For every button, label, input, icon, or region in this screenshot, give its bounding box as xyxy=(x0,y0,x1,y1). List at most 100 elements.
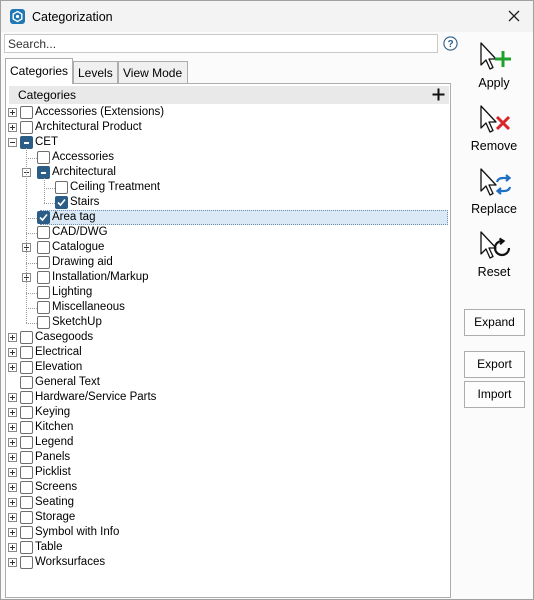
tree-row[interactable]: Panels xyxy=(6,450,446,465)
tree-checkbox[interactable] xyxy=(37,271,50,284)
tree-checkbox[interactable] xyxy=(37,211,50,224)
expand-icon[interactable] xyxy=(8,513,17,522)
tree-row[interactable]: SketchUp xyxy=(6,315,446,330)
import-button[interactable]: Import xyxy=(464,381,525,408)
expand-icon[interactable] xyxy=(8,453,17,462)
tree-checkbox[interactable] xyxy=(20,511,33,524)
tree-checkbox[interactable] xyxy=(37,316,50,329)
export-button[interactable]: Export xyxy=(464,351,525,378)
expand-icon[interactable] xyxy=(8,438,17,447)
expand-icon[interactable] xyxy=(8,498,17,507)
tree-guide-line xyxy=(44,178,45,203)
tree-checkbox[interactable] xyxy=(20,436,33,449)
tree-row[interactable]: Architectural xyxy=(6,165,446,180)
expand-icon[interactable] xyxy=(8,543,17,552)
tree-checkbox[interactable] xyxy=(20,541,33,554)
tree-checkbox[interactable] xyxy=(37,226,50,239)
tree-checkbox[interactable] xyxy=(55,196,68,209)
tree-row[interactable]: Screens xyxy=(6,480,446,495)
tree-row[interactable]: CAD/DWG xyxy=(6,225,446,240)
tree-checkbox[interactable] xyxy=(37,301,50,314)
tree-row[interactable]: Legend xyxy=(6,435,446,450)
expand-icon[interactable] xyxy=(8,348,17,357)
tree-item-label: Casegoods xyxy=(35,331,94,343)
window-title: Categorization xyxy=(32,10,113,24)
tree-row[interactable]: CET xyxy=(6,135,446,150)
tree-row[interactable]: Miscellaneous xyxy=(6,300,446,315)
tree-row[interactable]: Casegoods xyxy=(6,330,446,345)
tree-checkbox[interactable] xyxy=(37,151,50,164)
tree-item-label: Legend xyxy=(35,436,74,448)
replace-action[interactable]: Replace xyxy=(463,167,525,216)
tree-checkbox[interactable] xyxy=(20,526,33,539)
expand-icon[interactable] xyxy=(8,528,17,537)
tree-checkbox[interactable] xyxy=(20,406,33,419)
tree-row[interactable]: Kitchen xyxy=(6,420,446,435)
add-category-icon[interactable] xyxy=(432,88,445,101)
help-icon[interactable]: ? xyxy=(443,36,458,51)
tree-row[interactable]: Hardware/Service Parts xyxy=(6,390,446,405)
close-button[interactable] xyxy=(495,1,533,32)
tree-row[interactable]: Lighting xyxy=(6,285,446,300)
title-bar: Categorization xyxy=(1,1,533,32)
tree-row[interactable]: Elevation xyxy=(6,360,446,375)
tree-row[interactable]: Storage xyxy=(6,510,446,525)
tree-row[interactable]: Ceiling Treatment xyxy=(6,180,446,195)
tree-checkbox[interactable] xyxy=(20,376,33,389)
collapse-icon[interactable] xyxy=(8,138,17,147)
tab-categories[interactable]: Categories xyxy=(5,58,73,84)
tree-checkbox[interactable] xyxy=(20,391,33,404)
tree-row[interactable]: Catalogue xyxy=(6,240,446,255)
expand-icon[interactable] xyxy=(8,108,17,117)
tree-checkbox[interactable] xyxy=(37,241,50,254)
expand-icon[interactable] xyxy=(8,483,17,492)
tree-item-label: Worksurfaces xyxy=(35,556,106,568)
tree-guide-line xyxy=(26,293,37,294)
remove-cursor-x-icon xyxy=(480,105,511,133)
expand-icon[interactable] xyxy=(8,558,17,567)
expand-icon[interactable] xyxy=(8,363,17,372)
tree-row[interactable]: Electrical xyxy=(6,345,446,360)
tree-checkbox[interactable] xyxy=(20,496,33,509)
expand-icon[interactable] xyxy=(8,408,17,417)
expand-button[interactable]: Expand xyxy=(464,309,525,336)
tree-checkbox[interactable] xyxy=(55,181,68,194)
tree-row[interactable]: Accessories (Extensions) xyxy=(6,105,446,120)
expand-icon[interactable] xyxy=(8,423,17,432)
expand-icon[interactable] xyxy=(8,123,17,132)
expand-icon[interactable] xyxy=(8,393,17,402)
tree-row[interactable]: Keying xyxy=(6,405,446,420)
tree-row[interactable]: Stairs xyxy=(6,195,446,210)
tree-row[interactable]: Picklist xyxy=(6,465,446,480)
tree-row[interactable]: Accessories xyxy=(6,150,446,165)
tree-row[interactable]: Installation/Markup xyxy=(6,270,446,285)
tree-checkbox[interactable] xyxy=(20,556,33,569)
tab-view-mode[interactable]: View Mode xyxy=(118,61,188,84)
tree-row[interactable]: Worksurfaces xyxy=(6,555,446,570)
apply-action[interactable]: Apply xyxy=(463,41,525,90)
remove-action[interactable]: Remove xyxy=(463,104,525,153)
expand-icon[interactable] xyxy=(8,333,17,342)
tree-checkbox[interactable] xyxy=(20,331,33,344)
tree-checkbox[interactable] xyxy=(20,106,33,119)
tree-checkbox[interactable] xyxy=(20,121,33,134)
reset-action[interactable]: Reset xyxy=(463,230,525,279)
expand-icon[interactable] xyxy=(8,468,17,477)
tree-checkbox[interactable] xyxy=(37,256,50,269)
tree-checkbox[interactable] xyxy=(20,481,33,494)
search-input[interactable] xyxy=(4,34,438,53)
tree-checkbox[interactable] xyxy=(20,451,33,464)
tree-row[interactable]: Area tag xyxy=(6,210,446,225)
tab-levels[interactable]: Levels xyxy=(73,61,118,84)
tree-checkbox[interactable] xyxy=(20,361,33,374)
tree-row[interactable]: Seating xyxy=(6,495,446,510)
tree-checkbox[interactable] xyxy=(20,421,33,434)
tree-checkbox[interactable] xyxy=(20,346,33,359)
tree-row[interactable]: Symbol with Info xyxy=(6,525,446,540)
tree-checkbox[interactable] xyxy=(20,466,33,479)
tree-row[interactable]: Architectural Product xyxy=(6,120,446,135)
tree-checkbox[interactable] xyxy=(37,286,50,299)
tree-row[interactable]: General Text xyxy=(6,375,446,390)
tree-row[interactable]: Table xyxy=(6,540,446,555)
tree-row[interactable]: Drawing aid xyxy=(6,255,446,270)
